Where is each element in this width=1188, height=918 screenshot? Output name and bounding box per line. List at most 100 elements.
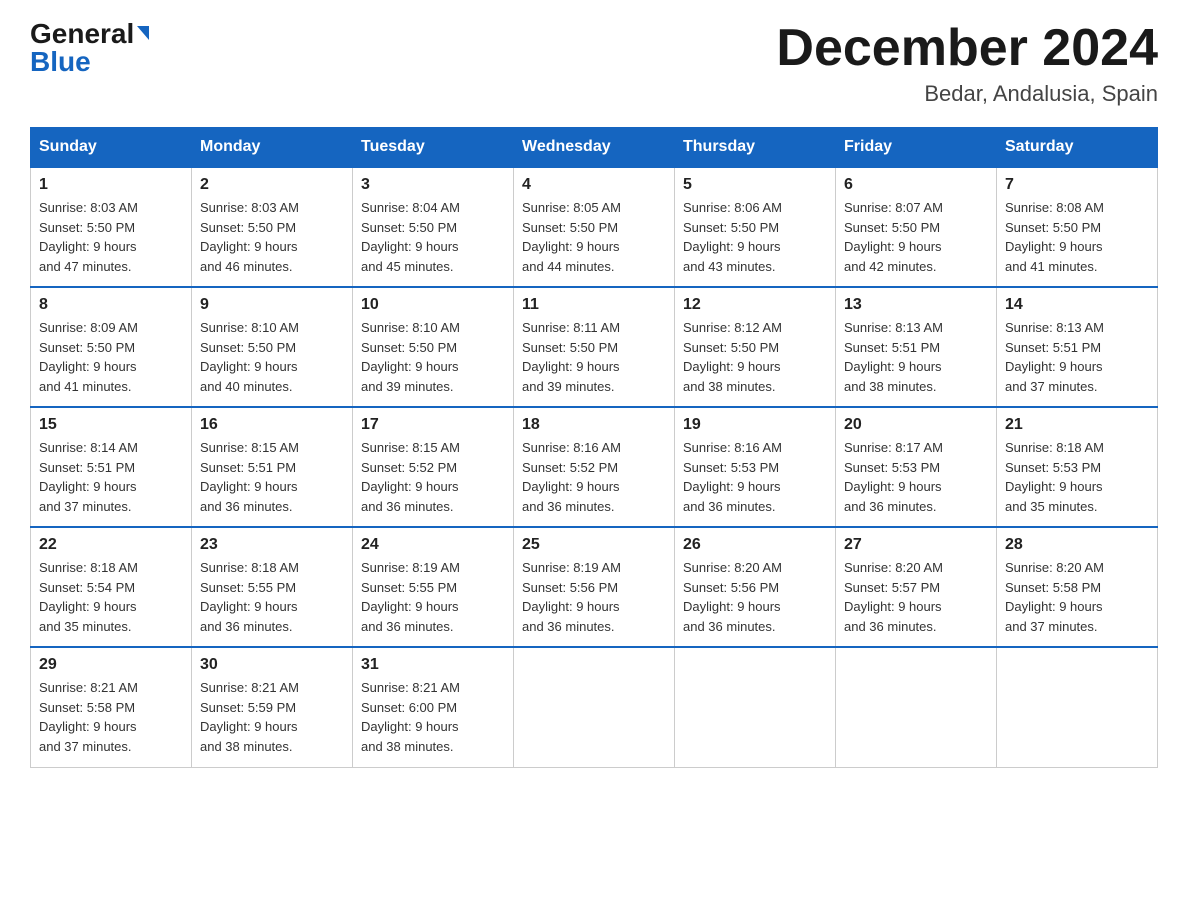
day-cell: 17 Sunrise: 8:15 AM Sunset: 5:52 PM Dayl…	[353, 407, 514, 527]
day-cell: 7 Sunrise: 8:08 AM Sunset: 5:50 PM Dayli…	[997, 167, 1158, 287]
calendar-header: SundayMondayTuesdayWednesdayThursdayFrid…	[31, 128, 1158, 168]
day-info: Sunrise: 8:12 AM Sunset: 5:50 PM Dayligh…	[683, 318, 827, 396]
header-tuesday: Tuesday	[353, 128, 514, 168]
day-cell: 2 Sunrise: 8:03 AM Sunset: 5:50 PM Dayli…	[192, 167, 353, 287]
day-info: Sunrise: 8:16 AM Sunset: 5:53 PM Dayligh…	[683, 438, 827, 516]
day-info: Sunrise: 8:20 AM Sunset: 5:57 PM Dayligh…	[844, 558, 988, 636]
day-number: 8	[39, 296, 183, 314]
week-row-4: 22 Sunrise: 8:18 AM Sunset: 5:54 PM Dayl…	[31, 527, 1158, 647]
day-cell: 20 Sunrise: 8:17 AM Sunset: 5:53 PM Dayl…	[836, 407, 997, 527]
day-cell: 19 Sunrise: 8:16 AM Sunset: 5:53 PM Dayl…	[675, 407, 836, 527]
day-info: Sunrise: 8:10 AM Sunset: 5:50 PM Dayligh…	[200, 318, 344, 396]
day-info: Sunrise: 8:20 AM Sunset: 5:58 PM Dayligh…	[1005, 558, 1149, 636]
day-cell: 24 Sunrise: 8:19 AM Sunset: 5:55 PM Dayl…	[353, 527, 514, 647]
day-cell: 9 Sunrise: 8:10 AM Sunset: 5:50 PM Dayli…	[192, 287, 353, 407]
day-cell: 13 Sunrise: 8:13 AM Sunset: 5:51 PM Dayl…	[836, 287, 997, 407]
day-info: Sunrise: 8:06 AM Sunset: 5:50 PM Dayligh…	[683, 198, 827, 276]
day-number: 23	[200, 536, 344, 554]
day-cell: 23 Sunrise: 8:18 AM Sunset: 5:55 PM Dayl…	[192, 527, 353, 647]
week-row-5: 29 Sunrise: 8:21 AM Sunset: 5:58 PM Dayl…	[31, 647, 1158, 767]
day-info: Sunrise: 8:19 AM Sunset: 5:56 PM Dayligh…	[522, 558, 666, 636]
calendar-body: 1 Sunrise: 8:03 AM Sunset: 5:50 PM Dayli…	[31, 167, 1158, 767]
day-number: 7	[1005, 176, 1149, 194]
day-number: 4	[522, 176, 666, 194]
day-number: 21	[1005, 416, 1149, 434]
day-number: 17	[361, 416, 505, 434]
day-cell: 21 Sunrise: 8:18 AM Sunset: 5:53 PM Dayl…	[997, 407, 1158, 527]
day-info: Sunrise: 8:15 AM Sunset: 5:51 PM Dayligh…	[200, 438, 344, 516]
header: General Blue December 2024 Bedar, Andalu…	[30, 20, 1158, 107]
day-info: Sunrise: 8:16 AM Sunset: 5:52 PM Dayligh…	[522, 438, 666, 516]
day-info: Sunrise: 8:14 AM Sunset: 5:51 PM Dayligh…	[39, 438, 183, 516]
day-cell: 11 Sunrise: 8:11 AM Sunset: 5:50 PM Dayl…	[514, 287, 675, 407]
header-saturday: Saturday	[997, 128, 1158, 168]
week-row-3: 15 Sunrise: 8:14 AM Sunset: 5:51 PM Dayl…	[31, 407, 1158, 527]
day-number: 20	[844, 416, 988, 434]
day-cell	[675, 647, 836, 767]
day-info: Sunrise: 8:03 AM Sunset: 5:50 PM Dayligh…	[39, 198, 183, 276]
day-cell: 30 Sunrise: 8:21 AM Sunset: 5:59 PM Dayl…	[192, 647, 353, 767]
day-info: Sunrise: 8:10 AM Sunset: 5:50 PM Dayligh…	[361, 318, 505, 396]
day-number: 2	[200, 176, 344, 194]
day-number: 13	[844, 296, 988, 314]
day-cell: 26 Sunrise: 8:20 AM Sunset: 5:56 PM Dayl…	[675, 527, 836, 647]
day-number: 5	[683, 176, 827, 194]
day-number: 11	[522, 296, 666, 314]
header-monday: Monday	[192, 128, 353, 168]
day-number: 14	[1005, 296, 1149, 314]
day-cell	[997, 647, 1158, 767]
day-info: Sunrise: 8:07 AM Sunset: 5:50 PM Dayligh…	[844, 198, 988, 276]
day-cell: 22 Sunrise: 8:18 AM Sunset: 5:54 PM Dayl…	[31, 527, 192, 647]
day-number: 15	[39, 416, 183, 434]
header-friday: Friday	[836, 128, 997, 168]
day-number: 10	[361, 296, 505, 314]
day-number: 6	[844, 176, 988, 194]
day-info: Sunrise: 8:18 AM Sunset: 5:53 PM Dayligh…	[1005, 438, 1149, 516]
day-info: Sunrise: 8:18 AM Sunset: 5:55 PM Dayligh…	[200, 558, 344, 636]
day-cell	[514, 647, 675, 767]
header-thursday: Thursday	[675, 128, 836, 168]
day-number: 16	[200, 416, 344, 434]
day-number: 26	[683, 536, 827, 554]
day-info: Sunrise: 8:04 AM Sunset: 5:50 PM Dayligh…	[361, 198, 505, 276]
day-info: Sunrise: 8:13 AM Sunset: 5:51 PM Dayligh…	[844, 318, 988, 396]
day-info: Sunrise: 8:13 AM Sunset: 5:51 PM Dayligh…	[1005, 318, 1149, 396]
day-cell: 25 Sunrise: 8:19 AM Sunset: 5:56 PM Dayl…	[514, 527, 675, 647]
day-cell: 29 Sunrise: 8:21 AM Sunset: 5:58 PM Dayl…	[31, 647, 192, 767]
day-number: 27	[844, 536, 988, 554]
day-info: Sunrise: 8:17 AM Sunset: 5:53 PM Dayligh…	[844, 438, 988, 516]
day-cell: 3 Sunrise: 8:04 AM Sunset: 5:50 PM Dayli…	[353, 167, 514, 287]
logo-arrow-icon	[137, 26, 149, 40]
week-row-2: 8 Sunrise: 8:09 AM Sunset: 5:50 PM Dayli…	[31, 287, 1158, 407]
day-cell: 12 Sunrise: 8:12 AM Sunset: 5:50 PM Dayl…	[675, 287, 836, 407]
day-number: 28	[1005, 536, 1149, 554]
day-info: Sunrise: 8:18 AM Sunset: 5:54 PM Dayligh…	[39, 558, 183, 636]
day-number: 22	[39, 536, 183, 554]
day-cell: 18 Sunrise: 8:16 AM Sunset: 5:52 PM Dayl…	[514, 407, 675, 527]
logo-blue: Blue	[30, 48, 91, 76]
logo-general: General	[30, 20, 134, 48]
day-number: 1	[39, 176, 183, 194]
day-cell: 28 Sunrise: 8:20 AM Sunset: 5:58 PM Dayl…	[997, 527, 1158, 647]
logo: General Blue	[30, 20, 149, 76]
week-row-1: 1 Sunrise: 8:03 AM Sunset: 5:50 PM Dayli…	[31, 167, 1158, 287]
day-cell: 5 Sunrise: 8:06 AM Sunset: 5:50 PM Dayli…	[675, 167, 836, 287]
day-cell: 27 Sunrise: 8:20 AM Sunset: 5:57 PM Dayl…	[836, 527, 997, 647]
day-cell: 4 Sunrise: 8:05 AM Sunset: 5:50 PM Dayli…	[514, 167, 675, 287]
day-number: 19	[683, 416, 827, 434]
day-info: Sunrise: 8:05 AM Sunset: 5:50 PM Dayligh…	[522, 198, 666, 276]
day-cell: 6 Sunrise: 8:07 AM Sunset: 5:50 PM Dayli…	[836, 167, 997, 287]
day-number: 9	[200, 296, 344, 314]
day-cell: 10 Sunrise: 8:10 AM Sunset: 5:50 PM Dayl…	[353, 287, 514, 407]
day-number: 12	[683, 296, 827, 314]
day-number: 25	[522, 536, 666, 554]
day-number: 30	[200, 656, 344, 674]
calendar-table: SundayMondayTuesdayWednesdayThursdayFrid…	[30, 127, 1158, 768]
day-number: 29	[39, 656, 183, 674]
day-cell	[836, 647, 997, 767]
day-cell: 16 Sunrise: 8:15 AM Sunset: 5:51 PM Dayl…	[192, 407, 353, 527]
title-area: December 2024 Bedar, Andalusia, Spain	[776, 20, 1158, 107]
day-number: 24	[361, 536, 505, 554]
day-info: Sunrise: 8:20 AM Sunset: 5:56 PM Dayligh…	[683, 558, 827, 636]
day-number: 3	[361, 176, 505, 194]
